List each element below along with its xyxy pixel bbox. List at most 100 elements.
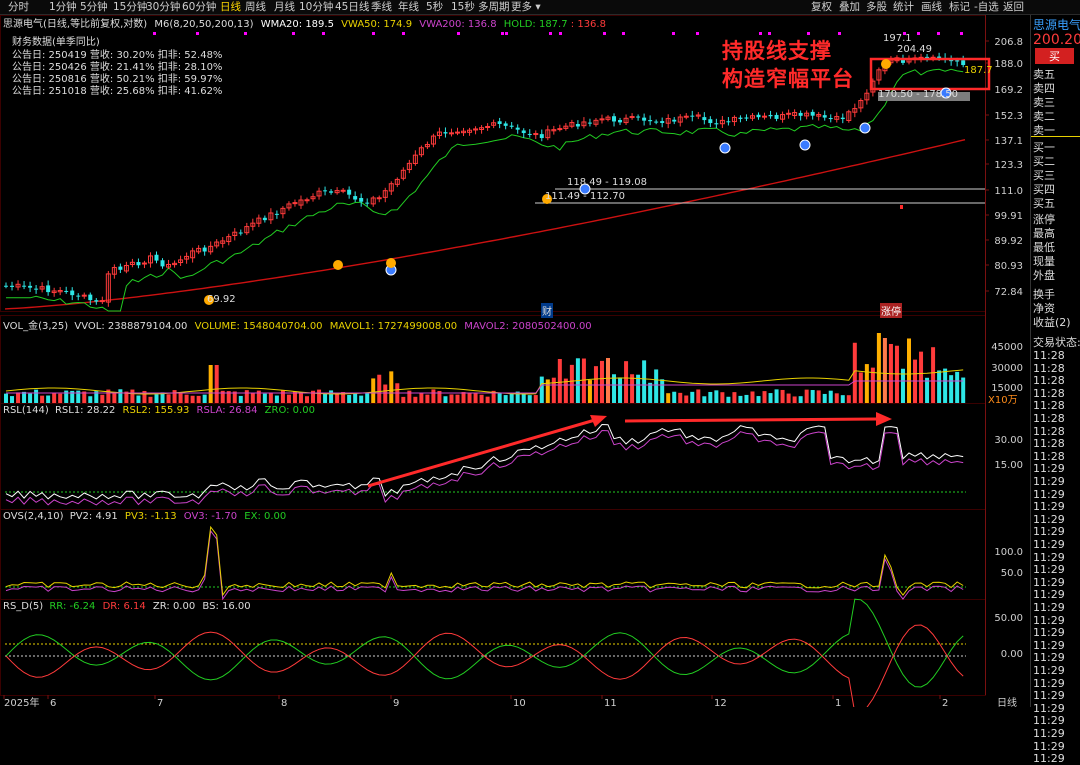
candle-body: [359, 198, 364, 202]
volume-bar: [822, 393, 827, 403]
x-axis-label: 9: [393, 698, 399, 707]
period-tab[interactable]: 年线: [398, 0, 419, 14]
main-header: 思源电气(日线,等比前复权,对数) M6(8,20,50,200,13) WMA…: [3, 15, 606, 30]
volume-bar: [166, 394, 171, 403]
toolbar-button[interactable]: 叠加: [839, 0, 860, 14]
volume-bar: [479, 394, 484, 403]
candle-body: [756, 114, 761, 118]
volume-bar: [34, 389, 39, 403]
volume-bar: [654, 369, 659, 403]
ma200-line: [4, 139, 966, 310]
period-tab[interactable]: 更多 ▾: [511, 0, 541, 14]
period-tab[interactable]: 5秒: [426, 0, 443, 14]
candle-body: [683, 115, 689, 118]
candle-body: [636, 116, 641, 118]
volume-bar: [347, 394, 352, 403]
price-axis-label: 137.1: [994, 136, 1023, 147]
ovs-label: OVS(2,4,10): [3, 511, 64, 522]
period-tab[interactable]: 45日线: [335, 0, 369, 14]
volume-bar: [503, 395, 508, 403]
period-tab[interactable]: 季线: [371, 0, 392, 14]
hline-label: 118.49 - 119.08: [567, 177, 647, 188]
candle-body: [262, 217, 267, 221]
trade-time: 11:28: [1033, 449, 1065, 463]
volume-bar: [449, 394, 454, 403]
price-axis-label: 89.92: [994, 236, 1023, 247]
ov3-label: OV3: -1.70: [183, 511, 238, 522]
x-axis-label: 6: [50, 698, 56, 707]
volume-bar: [286, 394, 291, 403]
period-tab[interactable]: 周线: [245, 0, 266, 14]
signal-marker: [333, 260, 343, 270]
candle-body: [443, 132, 448, 134]
ovs-axis-label: 50.0: [1001, 568, 1023, 579]
dr-line: [5, 624, 964, 714]
mavol1-line: [5, 369, 964, 395]
volume-bar: [262, 393, 267, 403]
trade-time: 11:29: [1033, 701, 1065, 715]
vol-header: VOL_金(3,25) VVOL: 2388879104.00 VOLUME: …: [3, 317, 592, 332]
trade-time: 11:29: [1033, 601, 1065, 614]
period-tab[interactable]: 5分钟: [80, 0, 108, 14]
candle-body: [738, 117, 743, 119]
volume-bar: [455, 394, 460, 403]
volume-bar: [780, 389, 785, 403]
volume-bar: [136, 395, 141, 403]
volume-bar: [762, 391, 767, 403]
candle-body: [10, 285, 15, 287]
pv3-line: [5, 525, 964, 597]
period-tab[interactable]: 分时: [8, 0, 29, 14]
chart-area[interactable]: 206.8 188.0 169.2 152.3 137.1 123.3 111.0 99.91…: [0, 15, 1030, 714]
period-tab[interactable]: 月线: [274, 0, 295, 14]
candle-body: [347, 189, 352, 195]
trend-arrowhead: [876, 412, 892, 426]
period-tab[interactable]: 60分钟: [182, 0, 216, 14]
buy-button[interactable]: 买: [1035, 48, 1074, 64]
vwa200-label: VWA200: 136.8: [419, 19, 497, 30]
period-tab[interactable]: 1分钟: [49, 0, 77, 14]
toolbar-button[interactable]: 统计: [893, 0, 914, 14]
trade-status: 交易状态:: [1033, 336, 1080, 349]
toolbar-button[interactable]: 返回: [1003, 0, 1024, 14]
candle-body: [768, 114, 773, 117]
volume-bar: [64, 390, 69, 403]
volume-bar: [738, 395, 743, 403]
period-tab[interactable]: 10分钟: [299, 0, 333, 14]
toolbar-button[interactable]: -自选: [974, 0, 999, 14]
volume-bar: [527, 395, 532, 403]
volume-bar: [919, 351, 924, 403]
toolbar-button[interactable]: 画线: [921, 0, 942, 14]
volume-bar: [413, 396, 418, 403]
candle-body: [353, 196, 358, 200]
toolbar-button[interactable]: 多股: [866, 0, 887, 14]
period-tab[interactable]: 30分钟: [146, 0, 180, 14]
period-tab[interactable]: 多周期: [478, 0, 510, 14]
candle-body: [81, 294, 87, 297]
period-tab[interactable]: 15分钟: [113, 0, 147, 14]
toolbar-button[interactable]: 标记: [949, 0, 970, 14]
volume-bar: [401, 396, 406, 403]
period-tab[interactable]: 15秒: [451, 0, 475, 14]
hold2-label: : 136.8: [570, 19, 606, 30]
zhangting-marker[interactable]: 涨停: [880, 303, 902, 318]
volume-bar: [431, 389, 436, 403]
candle-body: [672, 119, 677, 122]
candle-body: [599, 118, 605, 121]
period-tab[interactable]: 日线: [220, 0, 241, 14]
trade-time: 11:28: [1033, 399, 1065, 413]
trade-time: 11:29: [1033, 739, 1065, 753]
price-axis-label: 123.3: [994, 160, 1023, 171]
annotation-text: 持股线支撑 构造窄幅平台: [722, 37, 854, 93]
volume-bar: [949, 375, 954, 403]
volume-bar: [359, 395, 364, 403]
volume-bar: [539, 376, 544, 403]
trade-time: 11:29: [1033, 714, 1065, 728]
toolbar-button[interactable]: 复权: [811, 0, 832, 14]
cai-marker[interactable]: 财: [541, 303, 553, 318]
pv2-label: PV2: 4.91: [69, 511, 118, 522]
volume-bar: [744, 394, 749, 403]
volume-bar: [58, 393, 63, 403]
rr-label: RR: -6.24: [49, 601, 96, 612]
ovs-axis-label: 100.0: [994, 547, 1023, 558]
volume-bar: [112, 391, 117, 403]
